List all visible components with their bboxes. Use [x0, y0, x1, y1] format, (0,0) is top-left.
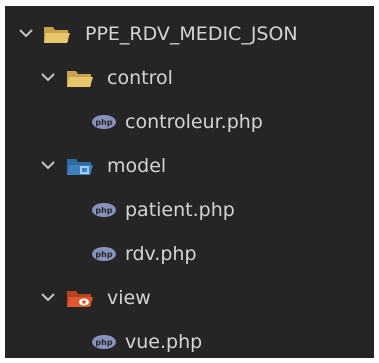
php-file-icon: php	[92, 115, 116, 129]
svg-text:php: php	[95, 118, 112, 127]
chevron-down-icon[interactable]	[39, 290, 57, 304]
view-folder-icon	[67, 291, 93, 307]
php-file-icon: php	[92, 247, 116, 261]
tree-item-root-folder[interactable]: PPE_RDV_MEDIC_JSON	[5, 12, 374, 56]
chevron-down-icon[interactable]	[17, 26, 35, 40]
tree-item-file-rdv[interactable]: php rdv.php	[5, 232, 374, 276]
php-file-icon: php	[92, 335, 116, 349]
tree-item-label: patient.php	[125, 199, 235, 221]
svg-text:php: php	[95, 338, 112, 347]
folder-open-icon	[44, 27, 70, 43]
svg-text:php: php	[95, 250, 112, 259]
tree-item-label: control	[107, 67, 173, 89]
php-file-icon: php	[92, 203, 116, 217]
tree-item-label: controleur.php	[125, 111, 263, 133]
model-folder-icon	[67, 159, 93, 175]
chevron-down-icon[interactable]	[39, 70, 57, 84]
tree-item-folder-view[interactable]: view	[5, 276, 374, 320]
tree-item-folder-control[interactable]: control	[5, 56, 374, 100]
chevron-down-icon[interactable]	[39, 158, 57, 172]
svg-text:php: php	[95, 206, 112, 215]
tree-item-label: vue.php	[125, 331, 203, 353]
tree-item-label: model	[107, 155, 167, 177]
folder-open-icon	[67, 71, 93, 87]
tree-item-folder-model[interactable]: model	[5, 144, 374, 188]
tree-item-label: rdv.php	[125, 243, 197, 265]
tree-item-file-patient[interactable]: php patient.php	[5, 188, 374, 232]
tree-item-label: view	[107, 287, 151, 309]
tree-item-label: PPE_RDV_MEDIC_JSON	[85, 23, 298, 45]
file-explorer: PPE_RDV_MEDIC_JSON control php controleu…	[5, 6, 374, 358]
tree-item-file-vue[interactable]: php vue.php	[5, 320, 374, 358]
tree-item-file-controleur[interactable]: php controleur.php	[5, 100, 374, 144]
